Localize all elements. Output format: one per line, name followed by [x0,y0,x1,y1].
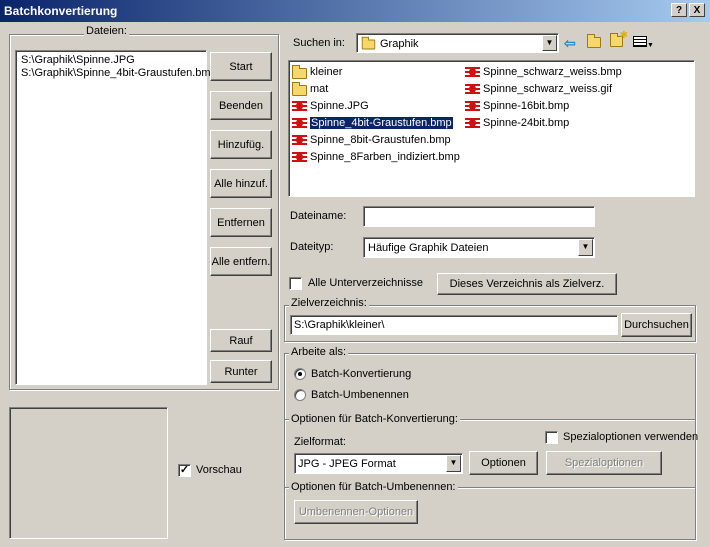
file-item[interactable]: Spinne_8bit-Graustufen.bmp [292,132,451,148]
remove-button[interactable]: Entfernen [210,208,272,237]
spider-image-icon [465,65,481,79]
spider-image-icon [292,116,308,130]
file-name: Spinne_8bit-Graustufen.bmp [310,134,451,146]
file-list[interactable]: S:\Graphik\Spinne.JPG S:\Graphik\Spinne_… [15,50,217,385]
spider-image-icon [465,99,481,113]
browse-button[interactable]: Durchsuchen [621,313,692,337]
file-item[interactable]: Spinne_4bit-Graustufen.bmp [292,115,453,131]
batch-convert-label: Batch-Konvertierung [311,368,412,380]
list-item[interactable]: S:\Graphik\Spinne_4bit-Graustufen.bmp [21,67,217,79]
search-in-label: Suchen in: [293,37,345,49]
target-dir-label: Zielverzeichnis: [289,297,369,309]
current-folder: Graphik [380,37,419,50]
spider-image-icon [292,99,308,113]
title-bar: Batchkonvertierung ? X [0,0,710,22]
batch-convert-radio[interactable] [294,368,306,380]
file-item[interactable]: mat [292,81,328,97]
files-label: Dateien: [84,25,129,37]
spider-image-icon [465,116,481,130]
filename-label: Dateiname: [290,210,347,222]
file-name: Spinne_schwarz_weiss.gif [483,83,613,95]
close-button[interactable]: X [689,3,705,17]
special-options-checkbox[interactable] [545,431,558,444]
filetype-select[interactable]: Häufige Graphik Dateien ▼ [363,237,595,258]
folder-icon [292,81,308,96]
spider-image-icon [292,150,308,164]
target-format-select[interactable]: JPG - JPEG Format ▼ [294,453,463,474]
convert-options-label: Optionen für Batch-Konvertierung: [289,413,460,425]
view-menu-icon[interactable]: ▼ [633,36,655,49]
move-down-button[interactable]: Runter [210,360,272,383]
file-item[interactable]: Spinne-24bit.bmp [465,115,569,131]
file-name: Spinne-16bit.bmp [483,100,570,112]
window-title: Batchkonvertierung [4,4,118,18]
spider-image-icon [292,133,308,147]
file-name: Spinne-24bit.bmp [483,117,570,129]
rename-options-button[interactable]: Umbenennen-Optionen [294,500,418,524]
file-item[interactable]: kleiner [292,64,342,80]
add-all-button[interactable]: Alle hinzuf. [210,169,272,198]
all-subdirs-label: Alle Unterverzeichnisse [308,277,423,289]
work-as-label: Arbeite als: [289,346,349,358]
remove-all-button[interactable]: Alle entfern. [210,247,272,276]
file-name: Spinne.JPG [310,100,369,112]
preview-checkbox[interactable]: ✓ [178,464,191,477]
target-format-value: JPG - JPEG Format [298,458,396,470]
all-subdirs-checkbox[interactable] [289,277,302,290]
batch-rename-radio[interactable] [294,389,306,401]
back-arrow-icon[interactable]: ⇦ [564,35,576,52]
rename-options-label: Optionen für Batch-Umbenennen: [289,481,458,493]
chevron-down-icon[interactable]: ▼ [446,455,461,472]
folder-icon [361,36,376,50]
special-options-button[interactable]: Spezialoptionen [546,451,662,475]
special-options-label: Spezialoptionen verwenden [563,431,699,443]
file-item[interactable]: Spinne-16bit.bmp [465,98,569,114]
target-dir-value: S:\Graphik\kleiner\ [294,319,385,331]
beenden-button[interactable]: Beenden [210,91,272,120]
chevron-down-icon[interactable]: ▼ [542,35,557,51]
filetype-label: Dateityp: [290,241,334,253]
folder-combo[interactable]: Graphik ▼ [356,33,559,53]
folder-icon [292,64,308,79]
file-item[interactable]: Spinne.JPG [292,98,369,114]
file-item[interactable]: Spinne_8Farben_indiziert.bmp [292,149,460,165]
file-name: Spinne_8Farben_indiziert.bmp [310,151,460,163]
chevron-down-icon[interactable]: ▼ [578,239,593,256]
target-dir-input[interactable]: S:\Graphik\kleiner\ [290,315,618,335]
help-button[interactable]: ? [671,3,687,17]
new-folder-icon[interactable]: ✱ [610,30,628,49]
add-button[interactable]: Hinzufüg. [210,130,272,159]
file-name: Spinne_4bit-Graustufen.bmp [310,117,453,129]
up-folder-icon[interactable] [587,34,603,49]
file-browser-list[interactable]: kleiner mat Spinne.JPG Spinne_4bit-Graustuf… [288,60,695,197]
batch-rename-label: Batch-Umbenennen [311,389,409,401]
file-name: kleiner [310,66,343,78]
options-button[interactable]: Optionen [469,451,538,475]
move-up-button[interactable]: Rauf [210,329,272,352]
preview-area [9,407,168,539]
preview-label: Vorschau [196,464,242,476]
target-format-label: Zielformat: [294,436,346,448]
file-name: Spinne_schwarz_weiss.bmp [483,66,622,78]
start-button[interactable]: Start [210,52,272,81]
set-as-target-dir-button[interactable]: Dieses Verzeichnis als Zielverz. [437,273,617,295]
batch-convert-dialog: Batchkonvertierung ? X Dateien: S:\Graph… [0,0,710,547]
filetype-value: Häufige Graphik Dateien [368,242,489,254]
spider-image-icon [465,82,481,96]
file-item[interactable]: Spinne_schwarz_weiss.bmp [465,64,622,80]
list-item[interactable]: S:\Graphik\Spinne.JPG [21,54,135,66]
file-name: mat [310,83,329,95]
file-item[interactable]: Spinne_schwarz_weiss.gif [465,81,612,97]
filename-input[interactable] [363,206,595,227]
